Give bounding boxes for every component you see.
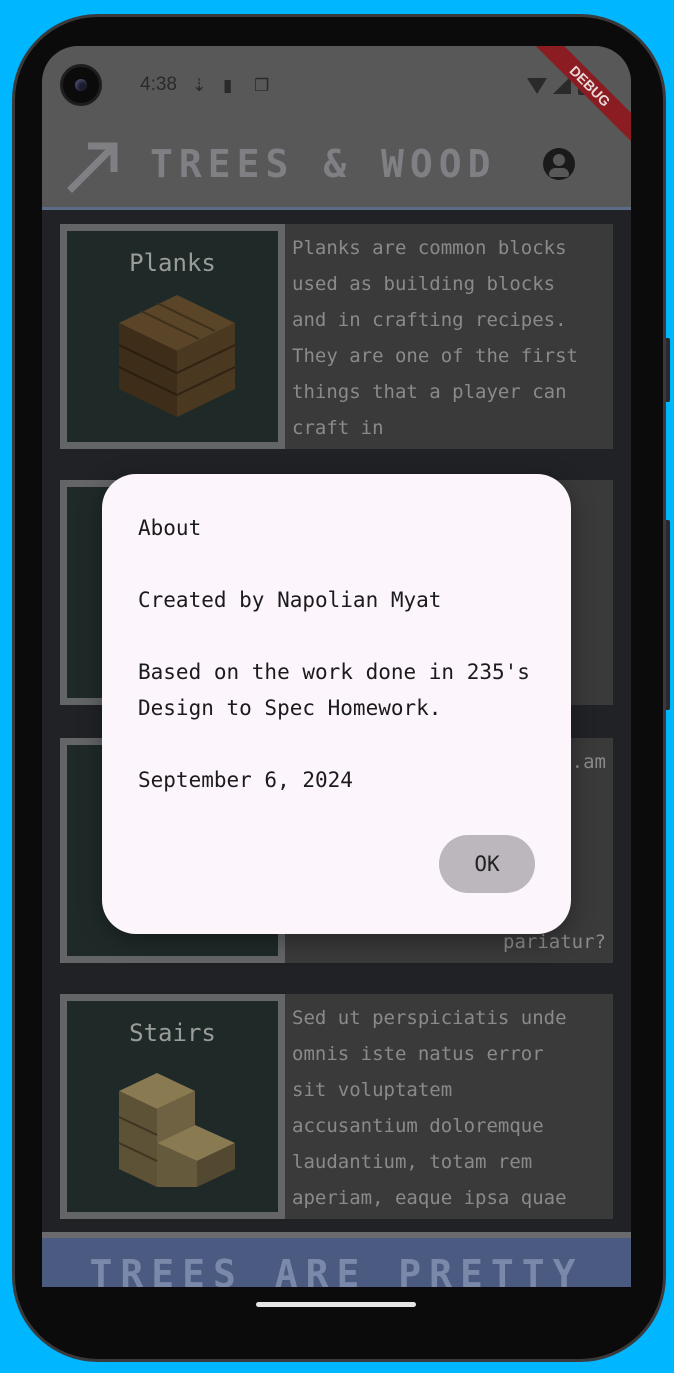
- dialog-title: About: [138, 516, 202, 540]
- dialog-author: Created by Napolian Myat: [138, 588, 442, 612]
- list-item[interactable]: Stairs Sed ut perspiciatis unde omnis is…: [60, 994, 613, 1219]
- app-title: TREES & WOOD: [150, 142, 497, 186]
- dialog-description-line2: Design to Spec Homework.: [138, 696, 442, 720]
- stairs-block-icon: [118, 1073, 235, 1187]
- wifi-icon: [527, 78, 547, 94]
- bottom-banner-text: TREES ARE PRETTY: [89, 1252, 584, 1287]
- sd-card-icon: ▮: [223, 76, 233, 96]
- account-icon[interactable]: [543, 148, 575, 180]
- status-bar: 4:38 ⇣ ▮ ❐: [42, 46, 631, 126]
- pickaxe-icon[interactable]: [66, 138, 122, 194]
- card-label: Stairs: [129, 1019, 216, 1047]
- download-icon: ⇣: [192, 76, 207, 96]
- status-time: 4:38: [140, 74, 177, 95]
- card-image: Planks: [60, 224, 285, 449]
- front-camera-icon: [60, 64, 102, 106]
- card-image: Stairs: [60, 994, 285, 1219]
- card-description: Sed ut perspiciatis unde omnis iste natu…: [292, 1007, 567, 1209]
- navigation-bar: [42, 1287, 631, 1327]
- planks-block-icon: [118, 295, 236, 417]
- bottom-banner: TREES ARE PRETTY: [42, 1232, 631, 1287]
- app-bar: TREES & WOOD: [42, 126, 631, 210]
- home-handle[interactable]: [256, 1302, 416, 1307]
- ok-button[interactable]: OK: [439, 835, 535, 893]
- list-item[interactable]: Planks Planks are common blocks used as …: [60, 224, 613, 449]
- card-label: Planks: [129, 249, 216, 277]
- dialog-date: September 6, 2024: [138, 768, 353, 792]
- dialog-description-line1: Based on the work done in 235's: [138, 660, 530, 684]
- about-dialog: About Created by Napolian Myat Based on …: [102, 474, 571, 934]
- screenshot-icon: ❐: [254, 76, 270, 96]
- card-description: Planks are common blocks used as buildin…: [292, 237, 578, 439]
